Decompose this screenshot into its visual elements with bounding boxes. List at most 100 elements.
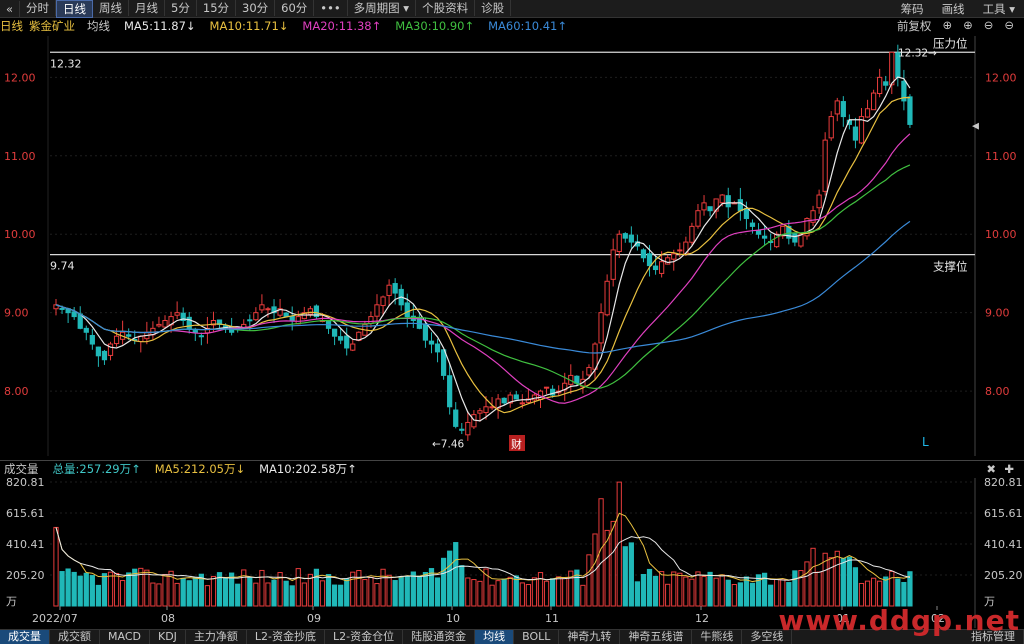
support-label: 支撑位 (933, 260, 968, 274)
stock-name[interactable]: 紫金矿业 (29, 18, 75, 34)
volume-bar (416, 575, 422, 607)
price-chart[interactable]: 12.00 12.00 11.00 11.00 10.00 10.00 9.00 9.00 8.… (0, 36, 1024, 456)
volume-bar (374, 583, 380, 607)
volume-bar (519, 582, 525, 607)
indicator-tab-5[interactable]: L2-资金抄底 (247, 630, 326, 644)
indicator-tab-10[interactable]: 神奇九转 (559, 630, 621, 644)
volume-bar (144, 569, 150, 607)
period-tabs: 分时 日线 周线 月线 5分 15分 30分 60分 ••• 多周期图 ▾ 个股资料 诊股 (20, 0, 512, 18)
indicator-tab-11[interactable]: 神奇五线谱 (620, 630, 693, 644)
back-icon[interactable]: « (0, 0, 21, 17)
tab-0[interactable]: 分时 (20, 0, 57, 16)
tab-7[interactable]: 60分 (275, 0, 315, 16)
volume-bar (120, 580, 126, 607)
indicator-tab-6[interactable]: L2-资金仓位 (325, 630, 404, 644)
tab-11[interactable]: 诊股 (475, 0, 512, 16)
volume-bar (422, 572, 429, 607)
indicator-label[interactable]: 均线 (87, 18, 110, 34)
tab-8[interactable]: ••• (314, 0, 348, 16)
tab-4[interactable]: 5分 (165, 0, 197, 16)
volume-bar (259, 569, 265, 607)
tab-1[interactable]: 日线 (56, 0, 94, 18)
candle (792, 233, 798, 243)
volume-bar (810, 547, 816, 607)
volume-bar (804, 561, 810, 607)
volume-tick-right-0: 820.81 (984, 478, 1023, 489)
candle (852, 126, 859, 141)
indicator-tab-7[interactable]: 陆股通资金 (403, 630, 476, 644)
indicator-tab-2[interactable]: MACD (100, 630, 150, 644)
candle (404, 302, 410, 318)
candle (453, 409, 459, 427)
candle (386, 284, 392, 296)
price-tick-right-0: 12.00 (985, 71, 1017, 84)
price-tick-right-3: 9.00 (985, 307, 1010, 320)
candle (440, 349, 447, 376)
tab-5[interactable]: 15分 (197, 0, 237, 16)
volume-bar (313, 568, 320, 607)
candle (707, 206, 713, 212)
tab-6[interactable]: 30分 (236, 0, 276, 16)
ma-value-4: MA60:10.41↑ (488, 19, 567, 33)
indicator-tab-9[interactable]: BOLL (514, 630, 560, 644)
adjust-mode-button[interactable]: 前复权 (897, 18, 932, 34)
indicator-tab-3[interactable]: KDJ (150, 630, 186, 644)
volume-bar (701, 575, 707, 607)
volume-bar (186, 580, 192, 607)
volume-bar (380, 568, 386, 607)
indicator-tab-12[interactable]: 牛熊线 (692, 630, 743, 644)
volume-bar (53, 526, 59, 607)
candle (652, 265, 659, 271)
zoom-control-4[interactable]: ⊖ (1004, 18, 1014, 34)
zoom-control-1[interactable]: ⊕ (942, 18, 952, 34)
candle (604, 280, 610, 316)
tab-10[interactable]: 个股资料 (416, 0, 476, 16)
toolbar-right-1[interactable]: 画线 (933, 1, 974, 17)
zoom-control-3[interactable]: ⊖ (984, 18, 994, 34)
tab-2[interactable]: 周线 (93, 0, 130, 16)
volume-value-2: MA10:202.58万↑ (259, 462, 357, 476)
volume-bar (271, 579, 277, 607)
settings-icon[interactable]: ✚ (1004, 462, 1014, 476)
ma-value-3: MA30:10.90↑ (395, 19, 475, 33)
candle (737, 199, 743, 212)
ma-value-0: MA5:11.87↓ (124, 19, 196, 33)
volume-bar (889, 570, 895, 607)
candle (422, 323, 429, 341)
period-label: 日线 (0, 19, 23, 33)
volume-bar (386, 574, 392, 607)
volume-bar (156, 583, 162, 607)
volume-bar (786, 582, 792, 607)
zoom-control-2[interactable]: ⊕ (963, 18, 973, 34)
volume-bar (513, 575, 519, 607)
tab-3[interactable]: 月线 (129, 0, 166, 16)
indicator-tab-8[interactable]: 均线 (475, 630, 515, 644)
indicator-tab-1[interactable]: 成交额 (50, 630, 100, 644)
candle (89, 334, 95, 345)
volume-bar (683, 576, 689, 607)
candle (459, 428, 465, 431)
indicator-tab-0[interactable]: 成交量 (0, 630, 50, 644)
toolbar-right-0[interactable]: 筹码 (892, 1, 933, 17)
candle (380, 296, 386, 307)
volume-bar (89, 575, 95, 607)
volume-bar (392, 580, 398, 607)
indicator-tab-4[interactable]: 主力净额 (186, 630, 247, 644)
close-icon[interactable]: ✖ (986, 462, 996, 476)
toolbar-right-2[interactable]: 工具 ▾ (974, 1, 1024, 17)
volume-bar (356, 570, 362, 607)
candle (659, 261, 665, 274)
volume-bar (338, 584, 344, 607)
volume-bar (604, 529, 610, 607)
volume-bar (543, 580, 550, 607)
candle (816, 194, 822, 209)
candle (864, 108, 871, 118)
volume-bar (434, 577, 441, 607)
volume-bar (858, 582, 865, 607)
volume-bar (459, 565, 465, 607)
volume-bar (404, 575, 410, 607)
date-tick-4: 11 (545, 612, 559, 625)
candle (126, 334, 132, 337)
volume-bar (768, 584, 774, 607)
tab-9[interactable]: 多周期图 ▾ (348, 0, 417, 16)
